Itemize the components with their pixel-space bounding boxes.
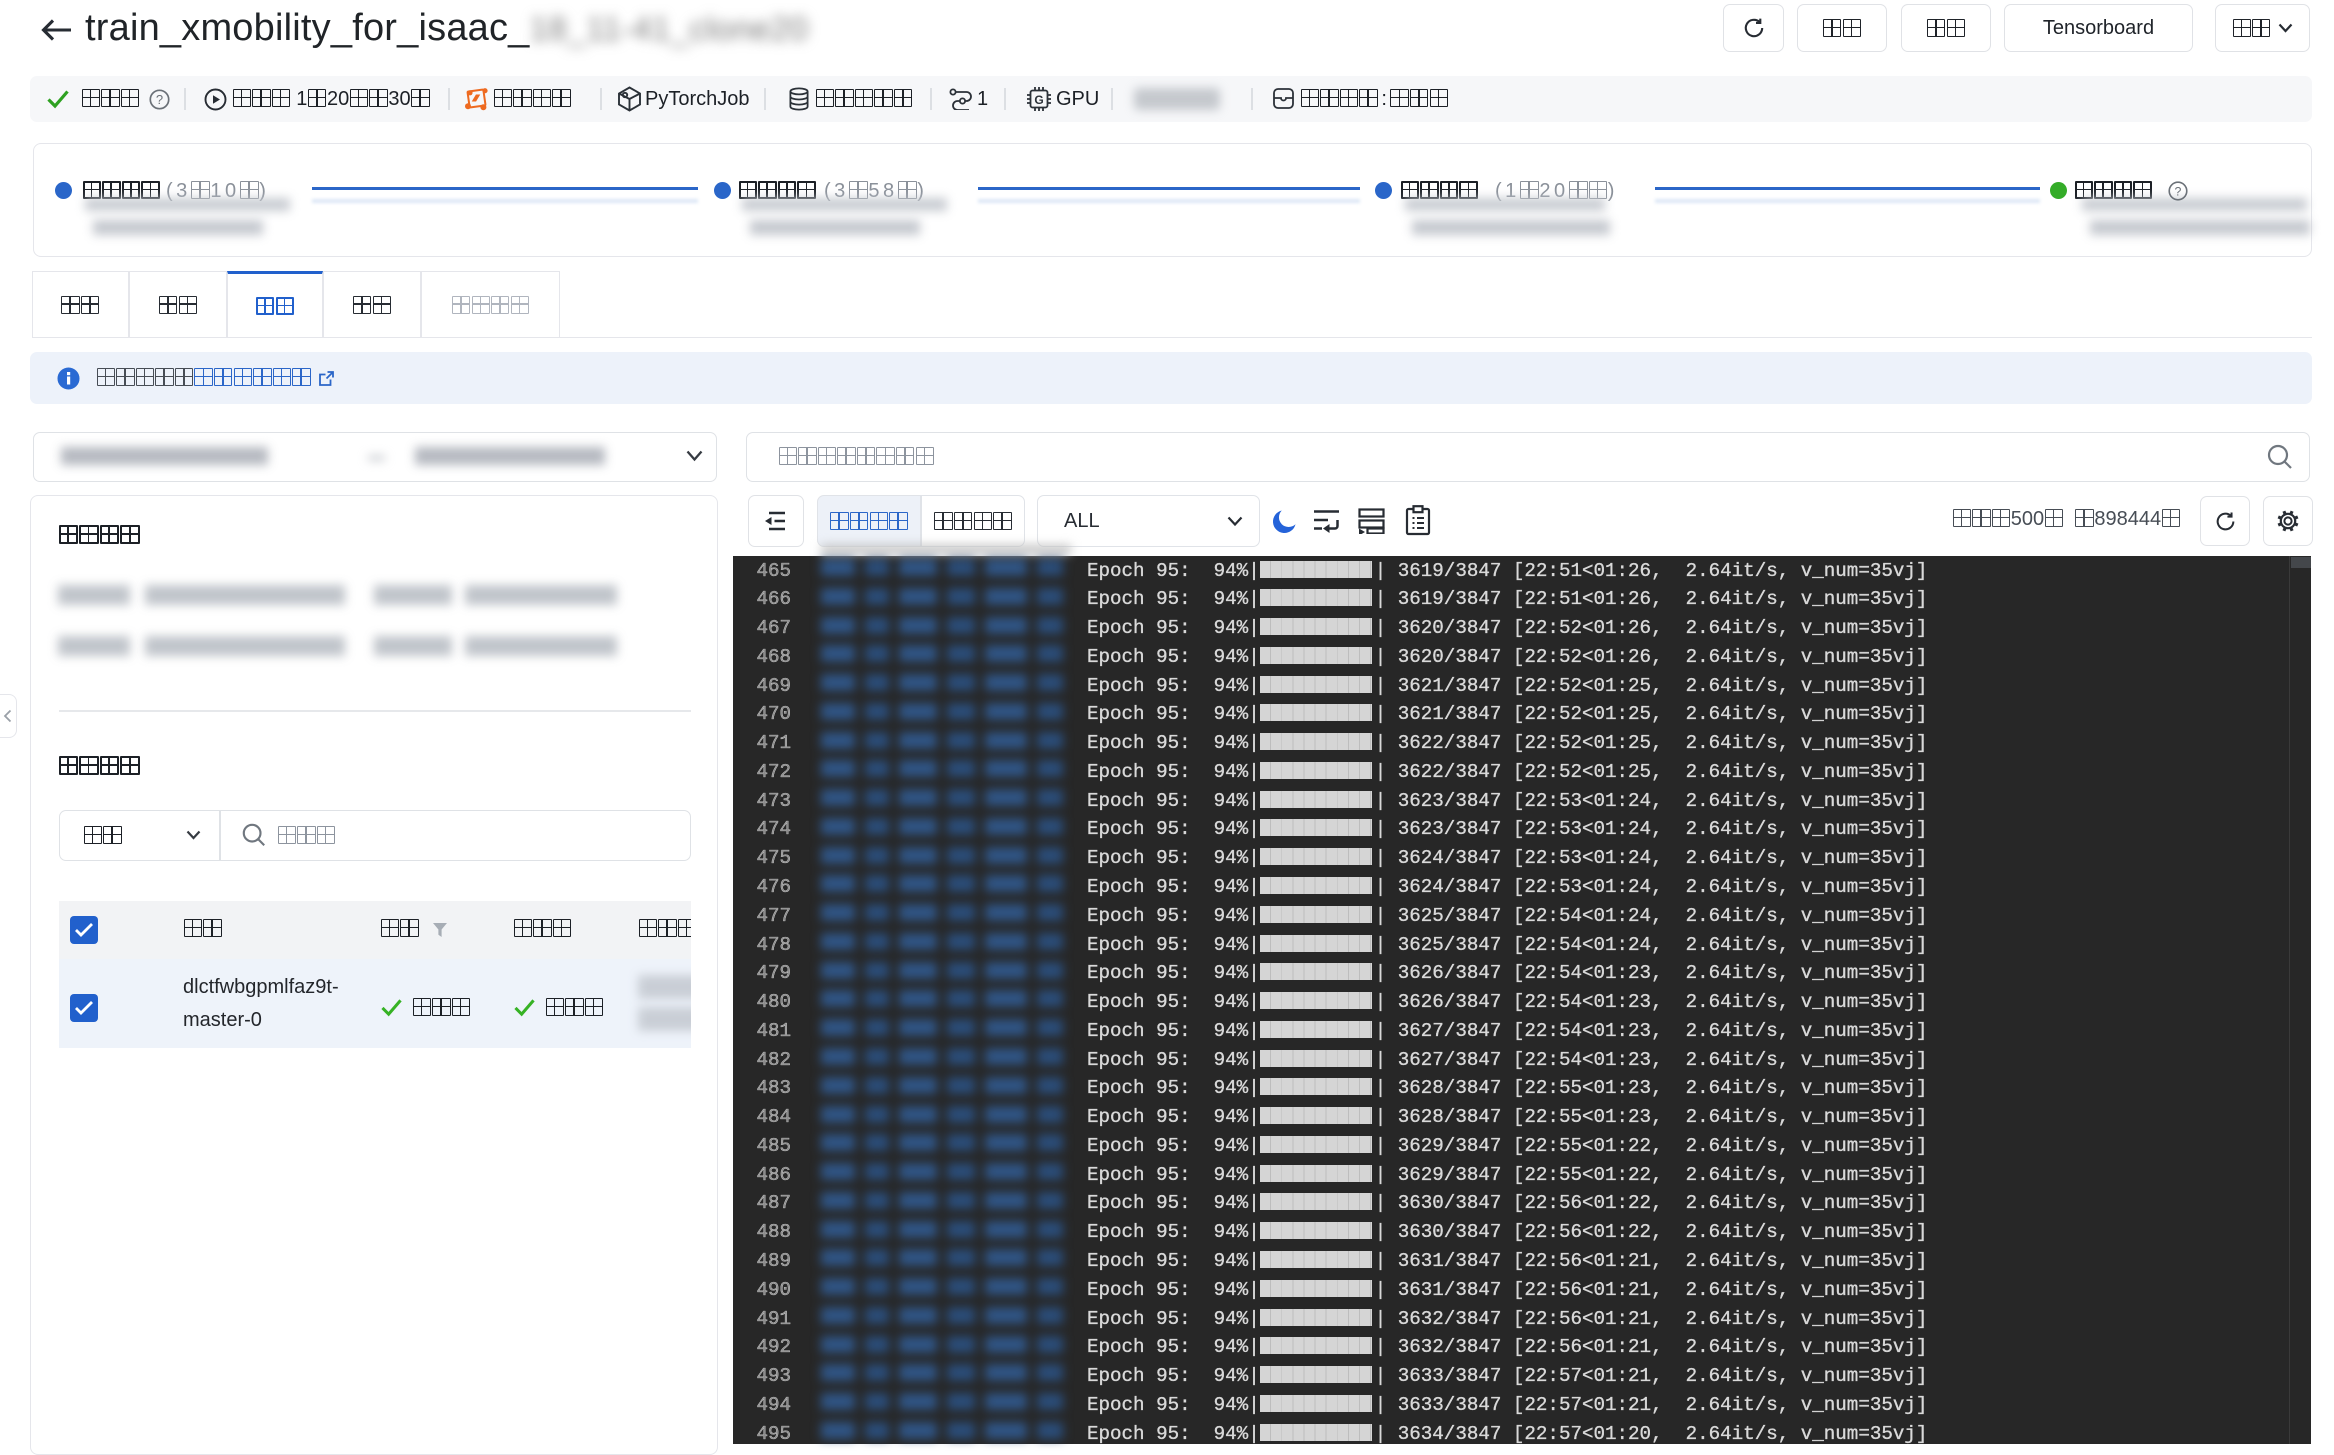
svg-text:?: ?: [156, 92, 163, 107]
svg-text:G: G: [1034, 93, 1043, 107]
svg-text:?: ?: [2175, 184, 2182, 198]
